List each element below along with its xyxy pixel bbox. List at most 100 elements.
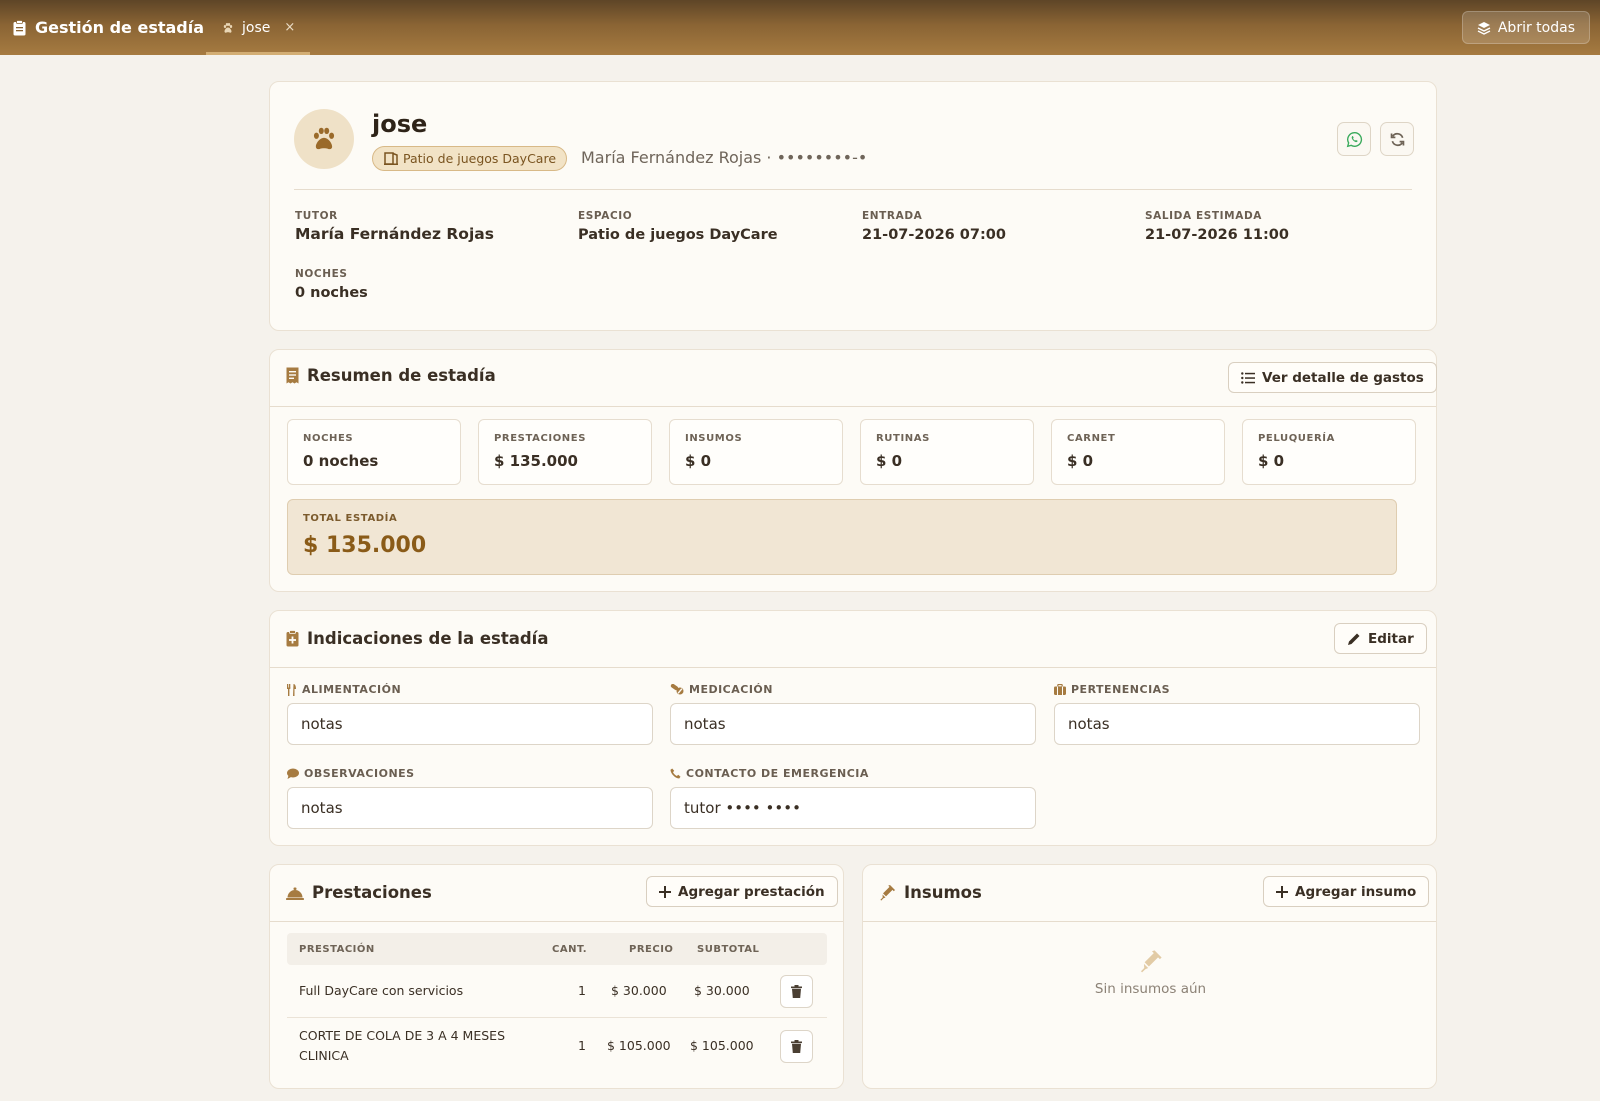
view-expense-detail-button[interactable]: Ver detalle de gastos [1228,362,1437,393]
observations-label: OBSERVACIONES [287,767,415,780]
whatsapp-button[interactable] [1337,122,1371,156]
service-subtotal: $ 105.000 [690,1038,754,1053]
header-divider [294,189,1412,190]
app-title: Gestión de estadía [35,18,205,37]
utensils-icon [287,683,296,696]
services-card: Prestaciones Agregar prestación PRESTACI… [269,864,844,1089]
add-service-button[interactable]: Agregar prestación [646,876,838,907]
add-supply-label: Agregar insumo [1295,883,1417,900]
tab-jose[interactable]: jose × [206,0,310,55]
delete-service-button[interactable] [780,975,813,1008]
stat-routines: RUTINAS $ 0 [860,419,1034,485]
pills-icon [670,684,684,695]
refresh-button[interactable] [1380,122,1414,156]
table-row: CORTE DE COLA DE 3 A 4 MESES CLINICA 1 $… [287,1018,827,1074]
tutor-label: TUTOR [295,210,338,222]
observations-field[interactable]: notas [287,787,653,829]
trash-icon [791,985,802,998]
stat-label: NOCHES [303,433,354,444]
nights-label: NOCHES [295,268,348,280]
layers-icon [1477,21,1491,35]
medication-field[interactable]: notas [670,703,1036,745]
belongings-label: PERTENENCIAS [1054,683,1170,696]
stat-label: PELUQUERÍA [1258,433,1335,444]
stat-value: $ 0 [685,452,712,470]
summary-title-text: Resumen de estadía [307,366,496,385]
supplies-card: Insumos Agregar insumo Sin insumos aún [862,864,1437,1089]
total-stay-box: TOTAL ESTADÍA $ 135.000 [287,499,1397,575]
stat-value: $ 0 [1067,452,1094,470]
stat-label: PRESTACIONES [494,433,587,444]
app-brand: Gestión de estadía [13,0,204,55]
space-chip: Patio de juegos DayCare [372,146,568,171]
service-subtotal: $ 30.000 [694,983,750,998]
whatsapp-icon [1346,131,1362,147]
belongings-label-text: PERTENENCIAS [1071,683,1171,696]
indications-divider [270,667,1436,668]
service-bell-icon [286,887,304,900]
service-name: Full DayCare con servicios [299,983,464,998]
indications-title: Indicaciones de la estadía [286,629,548,648]
estimated-exit-value: 21-07-2026 11:00 [1145,227,1289,243]
pencil-icon [1348,633,1360,645]
stat-nights: NOCHES 0 noches [287,419,461,485]
total-stay-value: $ 135.000 [303,533,427,558]
observations-label-text: OBSERVACIONES [304,767,415,780]
add-supply-button[interactable]: Agregar insumo [1263,876,1430,907]
supplies-title-text: Insumos [904,883,982,902]
table-row: Full DayCare con servicios 1 $ 30.000 $ … [287,965,827,1018]
emergency-contact-label: CONTACTO DE EMERGENCIA [670,767,869,780]
comment-icon [287,768,299,779]
summary-title: Resumen de estadía [286,366,496,385]
services-title-text: Prestaciones [312,883,432,902]
services-divider [270,921,843,922]
entry-value: 21-07-2026 07:00 [862,227,1006,243]
service-name-line2: CLINICA [299,1048,349,1063]
feeding-label: ALIMENTACIÓN [287,683,401,696]
refresh-icon [1390,132,1404,146]
stat-supplies: INSUMOS $ 0 [669,419,843,485]
pet-name: jose [372,110,428,138]
stat-value: $ 0 [1258,452,1285,470]
service-qty: 1 [578,983,586,998]
feeding-field[interactable]: notas [287,703,653,745]
receipt-icon [286,367,299,384]
supplies-divider [863,921,1436,922]
space-label: ESPACIO [578,210,633,222]
stat-carnet: CARNET $ 0 [1051,419,1225,485]
stay-header-card: jose Patio de juegos DayCare María Ferná… [269,81,1437,331]
list-icon [1241,371,1255,384]
syringe-icon [1140,950,1162,973]
service-price: $ 30.000 [611,983,667,998]
emergency-contact-field[interactable]: tutor •••• •••• [670,787,1036,829]
nights-value: 0 noches [295,285,368,301]
indications-title-text: Indicaciones de la estadía [307,629,549,648]
belongings-field[interactable]: notas [1054,703,1420,745]
space-value: Patio de juegos DayCare [578,227,778,243]
stat-services: PRESTACIONES $ 135.000 [478,419,652,485]
paw-icon [223,22,233,33]
summary-divider [270,406,1436,407]
delete-service-button[interactable] [780,1030,813,1063]
supplies-empty-state: Sin insumos aún [863,949,1438,997]
column-price: PRECIO [629,944,674,955]
stat-label: CARNET [1067,433,1116,444]
edit-label: Editar [1368,630,1414,647]
plus-icon [659,885,671,898]
supplies-empty-text: Sin insumos aún [1094,981,1207,997]
service-qty: 1 [578,1038,586,1053]
stat-value: 0 noches [303,452,379,470]
open-all-button[interactable]: Abrir todas [1461,11,1590,44]
feeding-label-text: ALIMENTACIÓN [302,683,402,696]
syringe-icon [880,885,895,901]
entry-label: ENTRADA [862,210,923,222]
edit-indications-button[interactable]: Editar [1334,623,1427,654]
service-price: $ 105.000 [607,1038,671,1053]
owner-line: María Fernández Rojas · ••••••••-• [581,148,868,167]
tutor-value: María Fernández Rojas [295,225,494,243]
clipboard-icon [13,19,26,35]
tab-close-icon[interactable]: × [284,20,295,35]
medication-label: MEDICACIÓN [670,683,773,696]
supplies-title: Insumos [879,883,982,902]
total-stay-label: TOTAL ESTADÍA [303,513,398,524]
